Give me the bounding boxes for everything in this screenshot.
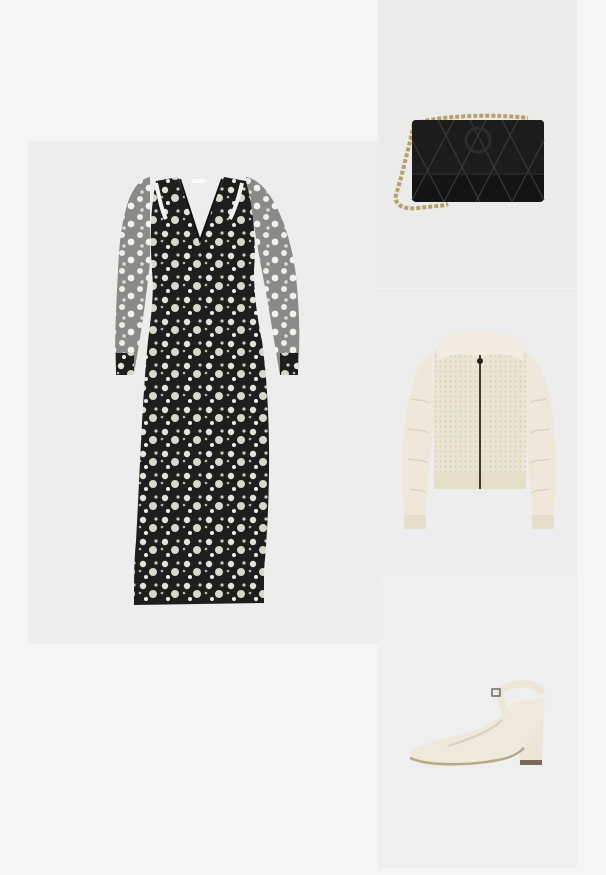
bag-image xyxy=(393,113,545,211)
dress-image xyxy=(115,177,300,605)
product-card-bag[interactable] xyxy=(378,0,577,288)
product-card-jacket[interactable] xyxy=(378,289,577,577)
jacket-image xyxy=(401,332,557,529)
product-card-shoe[interactable] xyxy=(378,578,577,868)
product-card-dress[interactable] xyxy=(28,141,378,644)
shoe-image xyxy=(409,680,546,767)
